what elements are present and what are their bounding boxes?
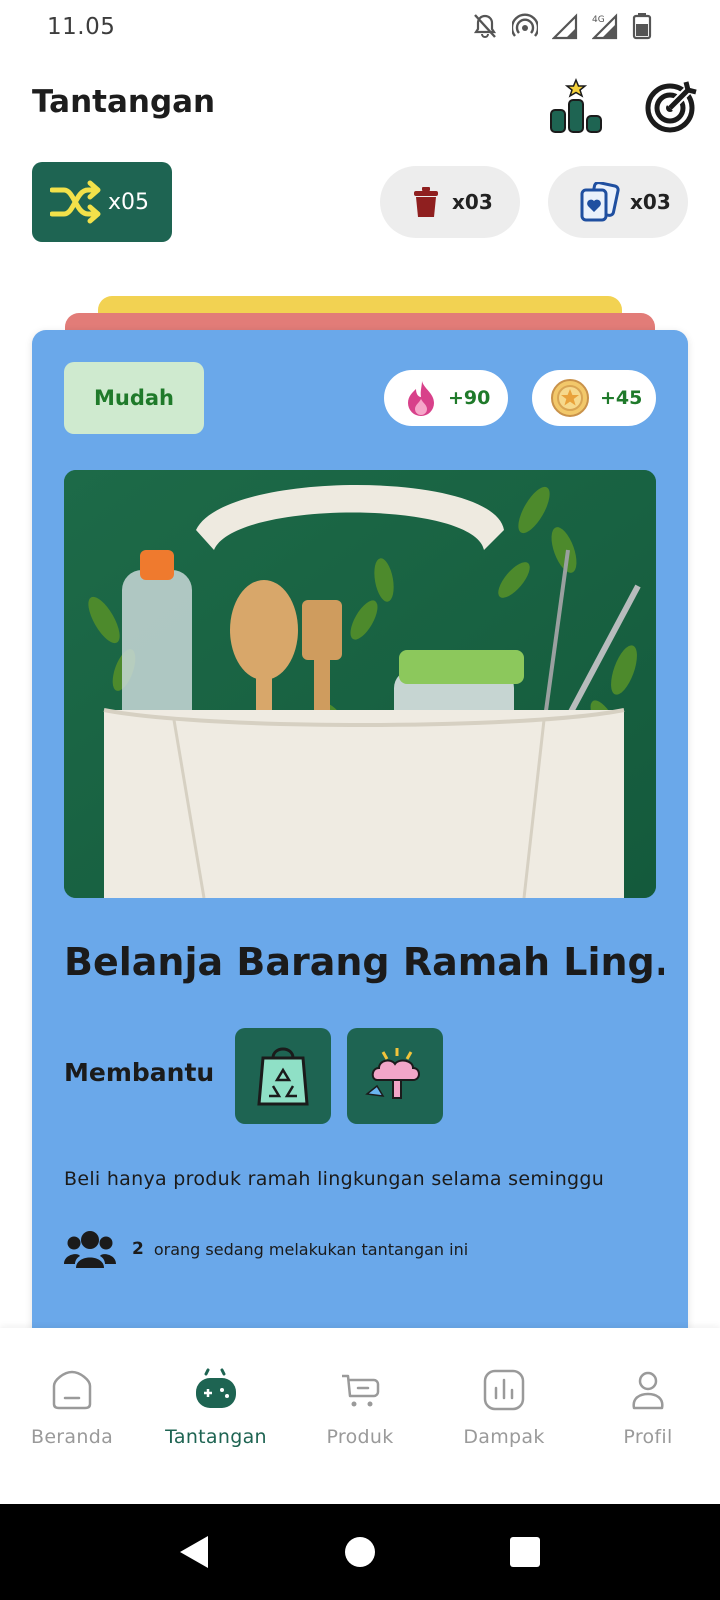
- cards-powerup[interactable]: x03: [548, 166, 688, 238]
- flame-icon: [408, 381, 434, 416]
- trash-powerup[interactable]: x03: [380, 166, 520, 238]
- bell-off-icon: [472, 12, 498, 40]
- target-button[interactable]: [644, 78, 700, 134]
- chart-icon: [483, 1369, 525, 1411]
- participants-count: 2: [132, 1239, 144, 1259]
- recent-square-icon: [510, 1537, 540, 1567]
- heart-cards-icon: [580, 182, 620, 222]
- participants-info: 2 orang sedang melakukan tantangan ini: [64, 1228, 468, 1270]
- home-button[interactable]: [342, 1534, 378, 1570]
- page-title: Tantangan: [32, 84, 216, 120]
- challenge-description: Beli hanya produk ramah lingkungan selam…: [64, 1168, 605, 1190]
- nav-item-produk[interactable]: Produk: [288, 1328, 432, 1504]
- pollution-icon: [365, 1048, 420, 1099]
- nav-label-dampak: Dampak: [463, 1426, 545, 1448]
- home-icon: [52, 1370, 92, 1410]
- nav-item-dampak[interactable]: Dampak: [432, 1328, 576, 1504]
- battery-icon: [632, 12, 658, 40]
- recycle-bag-icon: [257, 1047, 309, 1106]
- svg-text:4G: 4G: [592, 15, 605, 25]
- bottom-navigation: Beranda Tantangan Produk Dampak Profil: [0, 1328, 720, 1504]
- system-navigation-bar: [0, 1504, 720, 1600]
- coin-reward-value: +45: [600, 387, 643, 409]
- xp-reward-value: +90: [448, 387, 491, 409]
- challenge-image: [64, 470, 656, 898]
- hotspot-icon: [510, 12, 540, 40]
- trash-icon: [414, 187, 438, 217]
- status-time: 11.05: [47, 14, 116, 40]
- challenge-title: Belanja Barang Ramah Ling...: [64, 940, 664, 984]
- user-icon: [632, 1371, 664, 1410]
- trash-count: x03: [452, 190, 493, 214]
- coin-reward: +45: [532, 370, 656, 426]
- target-icon: [645, 81, 697, 133]
- challenge-card[interactable]: Mudah +90 +45 Belanja Barang Ramah Ling.…: [32, 330, 688, 1330]
- cart-icon: [342, 1374, 380, 1407]
- signal-4g-icon: 4G: [591, 12, 618, 40]
- shuffle-powerup[interactable]: x05: [32, 162, 172, 242]
- helps-tile-recycle[interactable]: [235, 1028, 331, 1124]
- participants-text: orang sedang melakukan tantangan ini: [153, 1239, 469, 1259]
- nav-item-tantangan[interactable]: Tantangan: [144, 1328, 288, 1504]
- cards-count: x03: [630, 190, 671, 214]
- status-icons: 4G: [472, 12, 658, 40]
- shuffle-count: x05: [108, 189, 150, 215]
- helps-tile-pollution[interactable]: [347, 1028, 443, 1124]
- nav-label-profil: Profil: [623, 1426, 673, 1448]
- nav-label-beranda: Beranda: [30, 1426, 114, 1448]
- helps-label: Membantu: [64, 1058, 215, 1087]
- xp-reward: +90: [384, 370, 508, 426]
- home-circle-icon: [345, 1537, 375, 1567]
- nav-item-profil[interactable]: Profil: [576, 1328, 720, 1504]
- leaderboard-button[interactable]: [548, 78, 604, 134]
- difficulty-badge: Mudah: [64, 362, 204, 434]
- back-triangle-icon: [180, 1536, 208, 1568]
- status-bar: 11.05 4G: [0, 0, 720, 56]
- gamepad-icon: [196, 1368, 236, 1408]
- nav-label-produk: Produk: [326, 1426, 394, 1448]
- coin-icon: [551, 379, 589, 417]
- nav-item-beranda[interactable]: Beranda: [0, 1328, 144, 1504]
- back-button[interactable]: [176, 1534, 212, 1570]
- group-icon: [64, 1231, 116, 1268]
- leaderboard-icon: [550, 78, 602, 133]
- nav-label-tantangan: Tantangan: [165, 1426, 267, 1448]
- signal-icon: [551, 12, 578, 40]
- shuffle-icon: [50, 180, 101, 224]
- recent-apps-button[interactable]: [507, 1534, 543, 1570]
